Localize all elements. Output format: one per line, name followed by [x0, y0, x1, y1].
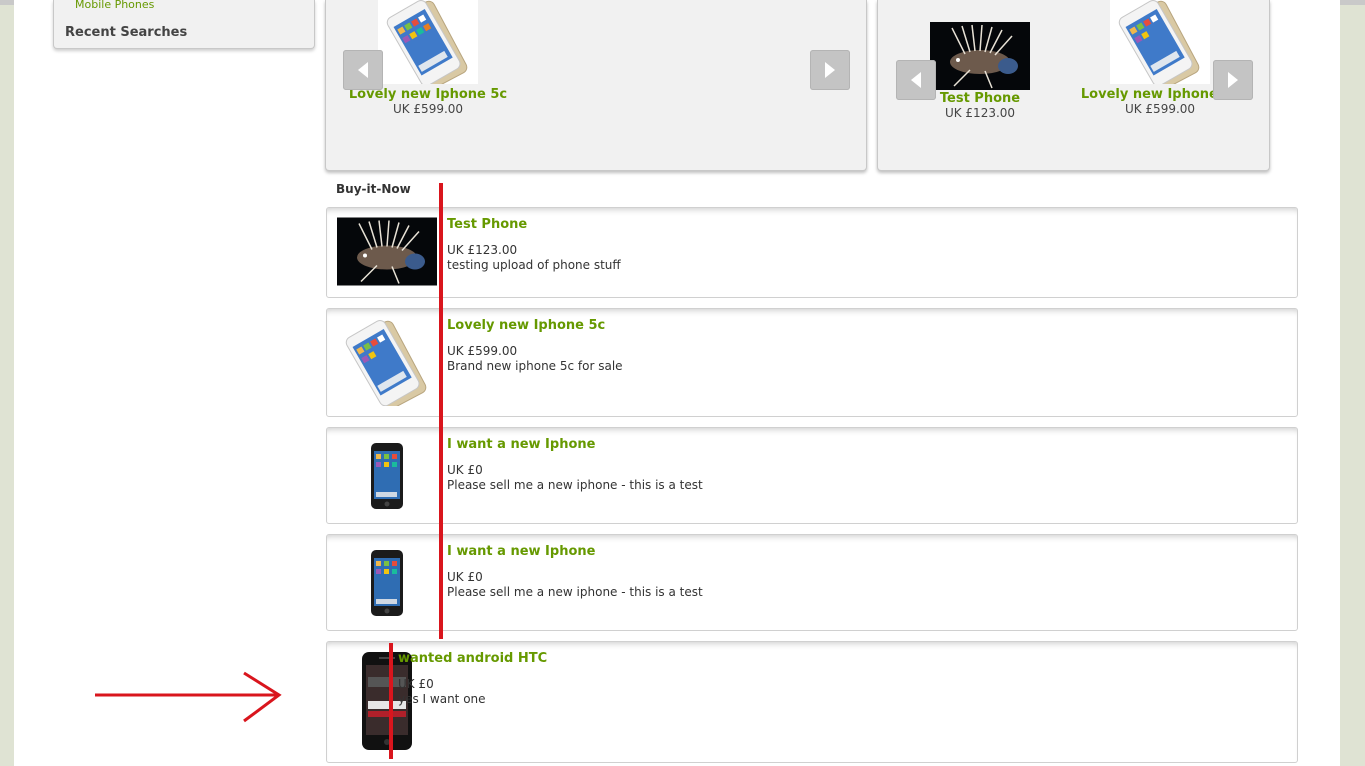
listing-price: UK £599.00	[447, 344, 518, 358]
listing-card[interactable]: I want a new Iphone UK £0 Please sell me…	[326, 534, 1298, 631]
arrow-right-icon	[825, 62, 835, 78]
gold-iphone-image[interactable]	[337, 318, 437, 406]
annotation-vertical-line	[439, 183, 443, 639]
listing-price: UK £0	[447, 570, 483, 584]
carousel-item-price: UK £599.00	[1124, 102, 1196, 116]
gold-iphone-image	[1110, 0, 1210, 84]
arrow-left-icon	[358, 62, 368, 78]
sidebar-link-mobile-phones[interactable]: Mobile Phones	[75, 0, 154, 11]
carousel-next-button[interactable]	[1213, 60, 1253, 100]
buy-it-now-heading: Buy-it-Now	[336, 182, 411, 196]
listing-description: yes I want one	[398, 692, 486, 706]
carousel-item-price: UK £599.00	[392, 102, 464, 116]
listing-description: Brand new iphone 5c for sale	[447, 359, 623, 373]
listing-price: UK £0	[447, 463, 483, 477]
listing-title[interactable]: wanted android HTC	[398, 651, 547, 666]
black-iphone-image[interactable]	[337, 544, 437, 622]
listing-price: UK £0	[398, 677, 434, 691]
carousel-prev-button[interactable]	[343, 50, 383, 90]
listing-description: Please sell me a new iphone - this is a …	[447, 585, 703, 599]
arrow-left-icon	[911, 72, 921, 88]
listing-card[interactable]: wanted android HTC UK £0 yes I want one	[326, 641, 1298, 763]
listing-price: UK £123.00	[447, 243, 518, 257]
listing-title[interactable]: Test Phone	[447, 217, 527, 232]
listing-card[interactable]: I want a new Iphone UK £0 Please sell me…	[326, 427, 1298, 524]
featured-carousel-right: Test Phone UK £123.00 Lovely new Iphone …	[877, 0, 1270, 171]
listing-title[interactable]: I want a new Iphone	[447, 437, 595, 452]
carousel-prev-button[interactable]	[896, 60, 936, 100]
recent-searches-heading: Recent Searches	[65, 25, 188, 40]
lionfish-image	[930, 22, 1030, 90]
sidebar-panel: Mobile Phones Recent Searches	[53, 0, 315, 49]
featured-carousel-left: Lovely new Iphone 5c UK £599.00	[325, 0, 867, 171]
annotation-vertical-line	[389, 643, 393, 759]
listing-title[interactable]: I want a new Iphone	[447, 544, 595, 559]
listing-title[interactable]: Lovely new Iphone 5c	[447, 318, 605, 333]
gold-iphone-image	[378, 0, 478, 84]
black-iphone-image[interactable]	[337, 437, 437, 515]
listing-card[interactable]: Lovely new Iphone 5c UK £599.00 Brand ne…	[326, 308, 1298, 417]
arrow-right-icon	[1228, 72, 1238, 88]
listing-card[interactable]: Test Phone UK £123.00 testing upload of …	[326, 207, 1298, 298]
listing-description: testing upload of phone stuff	[447, 258, 621, 272]
carousel-item-price: UK £123.00	[944, 106, 1016, 120]
listing-description: Please sell me a new iphone - this is a …	[447, 478, 703, 492]
carousel-next-button[interactable]	[810, 50, 850, 90]
annotation-arrow-icon	[95, 671, 282, 723]
lionfish-image[interactable]	[337, 217, 437, 286]
